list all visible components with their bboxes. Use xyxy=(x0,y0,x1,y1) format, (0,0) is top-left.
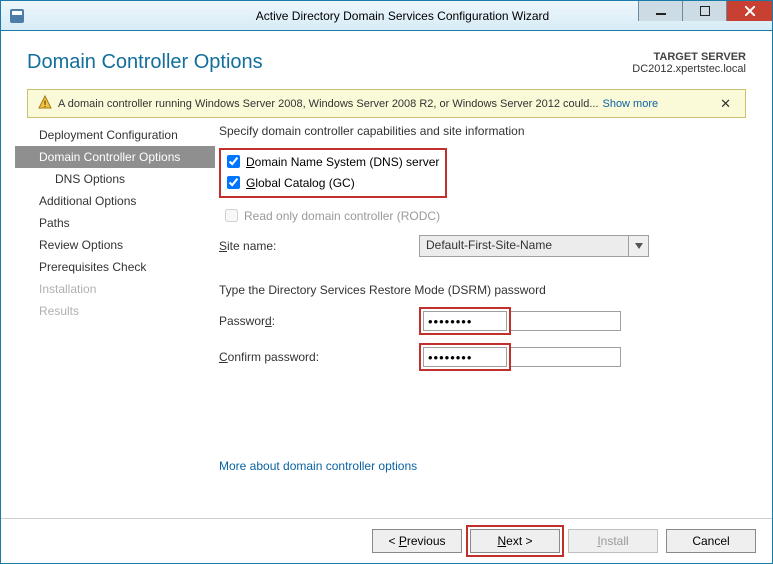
next-button[interactable]: Next > xyxy=(470,529,560,553)
combo-dropdown-icon[interactable] xyxy=(629,235,649,257)
dsrm-heading: Type the Directory Services Restore Mode… xyxy=(219,283,744,297)
cancel-button[interactable]: Cancel xyxy=(666,529,756,553)
svg-text:!: ! xyxy=(44,99,47,109)
rodc-checkbox-label: Read only domain controller (RODC) xyxy=(244,209,440,223)
target-info: TARGET SERVER DC2012.xpertstec.local xyxy=(632,51,746,75)
main-panel: Specify domain controller capabilities a… xyxy=(215,118,758,518)
content-area: Domain Controller Options TARGET SERVER … xyxy=(1,31,772,518)
password-group xyxy=(419,307,621,335)
previous-button[interactable]: < Previous xyxy=(372,529,462,553)
site-name-row: Site name: Default-First-Site-Name xyxy=(219,235,744,257)
wizard-sidebar: Deployment Configuration Domain Controll… xyxy=(15,118,215,518)
warning-icon: ! xyxy=(38,95,52,112)
dns-checkbox-row: Domain Name System (DNS) server xyxy=(223,152,439,171)
confirm-password-input[interactable] xyxy=(423,347,507,367)
target-server-name: DC2012.xpertstec.local xyxy=(632,63,746,75)
warning-bar: ! A domain controller running Windows Se… xyxy=(27,89,746,118)
confirm-password-group xyxy=(419,343,621,371)
sidebar-item-installation: Installation xyxy=(15,278,215,300)
warning-text: A domain controller running Windows Serv… xyxy=(58,98,598,110)
site-name-combo[interactable]: Default-First-Site-Name xyxy=(419,235,649,257)
wizard-window: Active Directory Domain Services Configu… xyxy=(0,0,773,564)
password-input[interactable] xyxy=(423,311,507,331)
header-row: Domain Controller Options TARGET SERVER … xyxy=(15,41,758,89)
password-input-extend[interactable] xyxy=(511,311,621,331)
gc-checkbox[interactable] xyxy=(227,176,240,189)
gc-checkbox-row: Global Catalog (GC) xyxy=(223,173,439,192)
show-more-link[interactable]: Show more xyxy=(602,98,658,110)
window-controls xyxy=(638,1,772,21)
site-name-label: Site name: xyxy=(219,239,419,253)
install-button: Install xyxy=(568,529,658,553)
sidebar-item-dns-options[interactable]: DNS Options xyxy=(15,168,215,190)
dns-checkbox[interactable] xyxy=(227,155,240,168)
sidebar-item-prereq[interactable]: Prerequisites Check xyxy=(15,256,215,278)
maximize-button[interactable] xyxy=(682,1,726,21)
titlebar: Active Directory Domain Services Configu… xyxy=(1,1,772,31)
body-row: Deployment Configuration Domain Controll… xyxy=(15,118,758,518)
page-title: Domain Controller Options xyxy=(27,51,263,74)
rodc-checkbox xyxy=(225,209,238,222)
confirm-password-row: Confirm password: xyxy=(219,343,744,371)
rodc-checkbox-row: Read only domain controller (RODC) xyxy=(221,206,744,225)
target-server-label: TARGET SERVER xyxy=(632,51,746,63)
confirm-password-label: Confirm password: xyxy=(219,350,419,364)
gc-checkbox-label: Global Catalog (GC) xyxy=(246,176,355,190)
app-icon xyxy=(9,8,25,24)
dns-checkbox-label: Domain Name System (DNS) server xyxy=(246,155,439,169)
wizard-footer: < Previous Next > Install Cancel xyxy=(1,518,772,563)
site-name-value: Default-First-Site-Name xyxy=(419,235,629,257)
more-about-link[interactable]: More about domain controller options xyxy=(219,459,417,473)
sidebar-item-deployment[interactable]: Deployment Configuration xyxy=(15,124,215,146)
close-button[interactable] xyxy=(726,1,772,21)
sidebar-item-results: Results xyxy=(15,300,215,322)
sidebar-item-additional[interactable]: Additional Options xyxy=(15,190,215,212)
confirm-password-input-extend[interactable] xyxy=(511,347,621,367)
password-label: Password: xyxy=(219,314,419,328)
sidebar-item-review[interactable]: Review Options xyxy=(15,234,215,256)
sidebar-item-dc-options[interactable]: Domain Controller Options xyxy=(15,146,215,168)
password-row: Password: xyxy=(219,307,744,335)
warning-close-icon[interactable]: ✕ xyxy=(716,96,735,112)
sidebar-item-paths[interactable]: Paths xyxy=(15,212,215,234)
capabilities-heading: Specify domain controller capabilities a… xyxy=(219,124,744,138)
capabilities-check-group: Domain Name System (DNS) server Global C… xyxy=(219,148,447,198)
minimize-button[interactable] xyxy=(638,1,682,21)
